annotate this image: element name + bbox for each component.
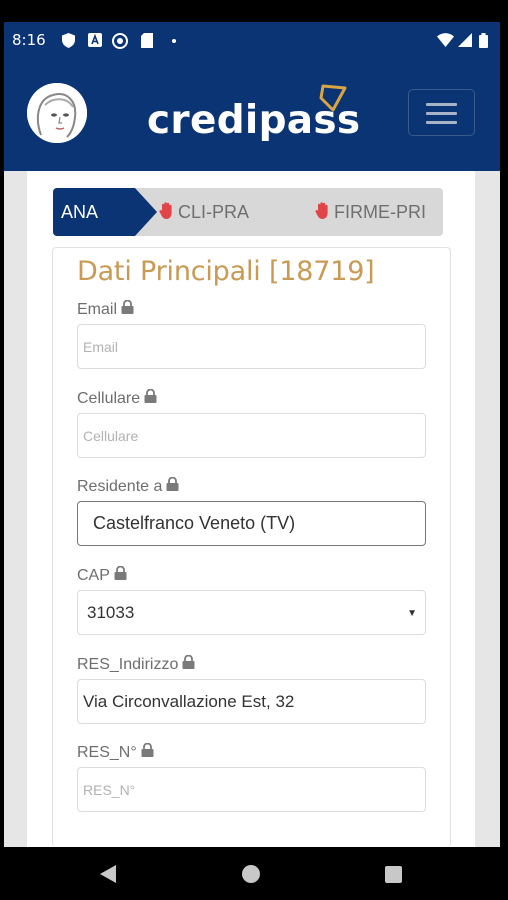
lock-icon	[144, 388, 157, 408]
shield-icon	[62, 33, 75, 53]
notification-dot-icon	[172, 39, 176, 43]
cellulare-placeholder: Cellulare	[83, 427, 139, 444]
user-avatar[interactable]	[27, 83, 87, 143]
numero-placeholder: RES_N°	[83, 781, 136, 798]
email-label: Email	[77, 299, 134, 319]
step-label: CLI-PRA	[178, 201, 250, 222]
lock-icon	[182, 654, 195, 674]
hamburger-menu-icon[interactable]	[408, 89, 475, 136]
cap-label: CAP	[77, 565, 127, 585]
recent-apps-icon[interactable]	[385, 866, 402, 883]
lock-icon	[166, 476, 179, 496]
lock-icon	[121, 299, 134, 319]
back-icon[interactable]	[100, 865, 116, 883]
app-header: credipass	[4, 60, 500, 171]
vpn-icon	[112, 33, 128, 54]
indirizzo-label: RES_Indirizzo	[77, 654, 195, 674]
page-sheet: FIRME-PRI CLI-PRA ANA Dati Principali [1…	[27, 171, 475, 847]
main-content: FIRME-PRI CLI-PRA ANA Dati Principali [1…	[4, 171, 500, 847]
numero-field[interactable]: RES_N°	[77, 767, 426, 812]
wifi-icon	[437, 33, 454, 52]
form-card: Dati Principali [18719] Email Email Cell…	[52, 247, 451, 847]
battery-icon	[479, 33, 488, 53]
hand-stop-icon	[159, 201, 175, 224]
step-label: FIRME-PRI	[334, 201, 426, 222]
lock-icon	[114, 565, 127, 585]
step-label: ANA	[61, 201, 99, 222]
numero-label: RES_N°	[77, 742, 154, 762]
page-title: Dati Principali [18719]	[77, 256, 375, 287]
wizard-steps: FIRME-PRI CLI-PRA ANA	[53, 188, 443, 236]
status-time: 8:16	[12, 31, 46, 49]
residente-field[interactable]: Castelfranco Veneto (TV)	[77, 501, 426, 546]
logo-mark-icon	[315, 84, 347, 119]
cellulare-field[interactable]: Cellulare	[77, 413, 426, 458]
email-placeholder: Email	[83, 338, 119, 355]
dropdown-caret-icon: ▼	[407, 608, 417, 619]
lock-icon	[141, 742, 154, 762]
indirizzo-field[interactable]: Via Circonvallazione Est, 32	[77, 679, 426, 724]
step-ana[interactable]: ANA	[53, 188, 157, 236]
system-nav-bar	[4, 847, 500, 900]
signal-icon	[458, 33, 472, 52]
hand-stop-icon	[315, 201, 331, 224]
email-field[interactable]: Email	[77, 324, 426, 369]
status-bar: 8:16	[4, 22, 500, 60]
phone-screen: 8:16 credipass FIRME-PRI CLI-PRA ANA Dat…	[4, 0, 500, 900]
home-icon[interactable]	[242, 865, 260, 883]
sd-card-icon	[141, 33, 153, 53]
residente-label: Residente a	[77, 476, 179, 496]
cellulare-label: Cellulare	[77, 388, 157, 408]
a-box-icon	[88, 33, 102, 52]
cap-select[interactable]: 31033 ▼	[77, 590, 426, 635]
